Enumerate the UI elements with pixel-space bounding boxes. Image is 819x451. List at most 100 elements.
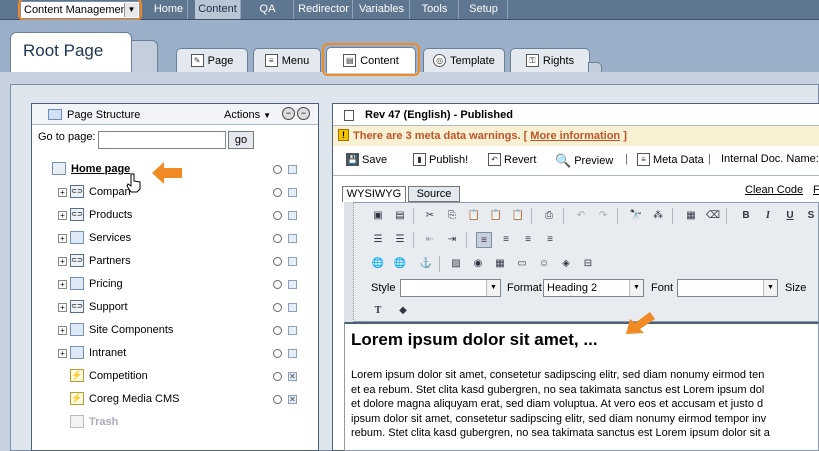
nav-home[interactable]: Home (150, 0, 188, 19)
paste-word-icon[interactable]: 📋 (510, 208, 526, 224)
expand-icon[interactable]: + (58, 326, 67, 335)
bulleted-list-icon[interactable]: ☰ (392, 232, 408, 248)
tree-item-services[interactable]: + Services (32, 229, 320, 249)
select-radio[interactable] (273, 280, 282, 289)
tab-rights[interactable]: ⚿ Rights (510, 48, 590, 72)
more-information-link[interactable]: More information (530, 130, 620, 142)
expand-icon[interactable]: + (58, 280, 67, 289)
tab-page[interactable]: ✎ Page (176, 48, 248, 72)
flash-icon[interactable]: ◉ (470, 256, 486, 272)
select-checkbox[interactable] (288, 303, 297, 312)
italic-icon[interactable]: I (760, 208, 776, 224)
select-checkbox[interactable] (288, 280, 297, 289)
select-checkbox[interactable] (288, 257, 297, 266)
undo-icon[interactable]: ↶ (573, 208, 589, 224)
expand-icon[interactable]: + (58, 188, 67, 197)
select-radio[interactable] (273, 372, 282, 381)
expand-icon[interactable]: + (58, 211, 67, 220)
toolbar-handle[interactable] (344, 202, 354, 322)
tree-item-compan[interactable]: + ⊂⊃ Compan (32, 183, 320, 203)
select-radio[interactable] (273, 395, 282, 404)
align-justify-icon[interactable]: ≡ (542, 232, 558, 248)
font-select[interactable]: ▼ (677, 279, 778, 297)
select-radio[interactable] (273, 188, 282, 197)
tree-item-products[interactable]: + ⊂⊃ Products (32, 206, 320, 226)
expand-icon[interactable]: + (58, 349, 67, 358)
tree-item-trash[interactable]: Trash (32, 413, 320, 433)
copy-icon[interactable]: ⎘ (444, 208, 460, 224)
save-button[interactable]: 💾 Save (346, 153, 387, 166)
tab-source[interactable]: Source (408, 186, 460, 202)
horizontal-rule-icon[interactable]: ▭ (514, 256, 530, 272)
nav-redirector[interactable]: Redirector (295, 0, 353, 19)
revert-button[interactable]: ↶ Revert (488, 153, 536, 166)
eraser-icon[interactable]: ⌫ (705, 208, 721, 224)
clean-code-link[interactable]: Clean Code (745, 184, 803, 196)
select-checkbox[interactable] (288, 188, 297, 197)
tree-item-support[interactable]: + ⊂⊃ Support (32, 298, 320, 318)
select-checkbox[interactable]: ✕ (288, 372, 297, 381)
print-icon[interactable]: ⎙ (541, 208, 557, 224)
style-select[interactable]: ▼ (400, 279, 501, 297)
select-checkbox[interactable] (288, 349, 297, 358)
numbered-list-icon[interactable]: ☰ (370, 232, 386, 248)
anchor-icon[interactable]: ⚓ (418, 256, 434, 272)
nav-content[interactable]: Content (195, 0, 241, 19)
align-left-icon[interactable]: ≡ (476, 232, 492, 248)
select-radio[interactable] (273, 211, 282, 220)
tab-menu[interactable]: ≡ Menu (253, 48, 321, 72)
cut-icon[interactable]: ✂ (422, 208, 438, 224)
nav-tools[interactable]: Tools (411, 0, 459, 19)
align-center-icon[interactable]: ≡ (498, 232, 514, 248)
align-right-icon[interactable]: ≡ (520, 232, 536, 248)
publish-button[interactable]: ▮ Publish! (413, 153, 468, 166)
table-grid-icon[interactable]: ▦ (683, 208, 699, 224)
page-break-icon[interactable]: ⊟ (580, 256, 596, 272)
outdent-icon[interactable]: ⇤ (422, 232, 438, 248)
select-radio[interactable] (273, 349, 282, 358)
bold-icon[interactable]: B (738, 208, 754, 224)
tree-item-partners[interactable]: + ⊂⊃ Partners (32, 252, 320, 272)
nav-setup[interactable]: Setup (460, 0, 508, 19)
select-radio[interactable] (273, 326, 282, 335)
select-checkbox[interactable] (288, 165, 297, 174)
goto-input[interactable] (98, 131, 226, 149)
wysiwyg-content-area[interactable]: Lorem ipsum dolor sit amet, ... Lorem ip… (344, 322, 819, 451)
table-icon[interactable]: ▦ (492, 256, 508, 272)
select-radio[interactable] (273, 165, 282, 174)
text-color-icon[interactable]: T (370, 303, 386, 319)
close-icon[interactable]: − (297, 107, 310, 120)
tab-template[interactable]: ◎ Template (423, 48, 505, 72)
expand-icon[interactable]: + (58, 257, 67, 266)
find-icon[interactable]: 🔭 (628, 208, 644, 224)
redo-icon[interactable]: ↷ (595, 208, 611, 224)
special-char-icon[interactable]: ◈ (558, 256, 574, 272)
strikethrough-icon[interactable]: S (803, 208, 819, 224)
select-radio[interactable] (273, 303, 282, 312)
indent-icon[interactable]: ⇥ (444, 232, 460, 248)
paste-icon[interactable]: 📋 (466, 208, 482, 224)
background-color-icon[interactable]: ◆ (395, 303, 411, 319)
nav-qa[interactable]: QA (242, 0, 294, 19)
paste-text-icon[interactable]: 📋 (488, 208, 504, 224)
select-radio[interactable] (273, 257, 282, 266)
select-checkbox[interactable] (288, 211, 297, 220)
smiley-icon[interactable]: ☺ (536, 256, 552, 272)
tree-item-intranet[interactable]: + Intranet (32, 344, 320, 364)
actions-menu[interactable]: Actions ▼ (224, 109, 271, 121)
select-checkbox[interactable] (288, 326, 297, 335)
preview-button[interactable]: 🔍 Preview (555, 153, 613, 169)
select-all-icon[interactable]: ▣ (370, 208, 386, 224)
nav-variables[interactable]: Variables (354, 0, 410, 19)
replace-icon[interactable]: ⁂ (650, 208, 666, 224)
underline-icon[interactable]: U (782, 208, 798, 224)
go-button[interactable]: go (228, 131, 254, 149)
tree-item-site-components[interactable]: + Site Components (32, 321, 320, 341)
format-select[interactable]: Heading 2 ▼ (543, 279, 644, 297)
meta-data-button[interactable]: ≡ Meta Data (637, 153, 704, 166)
image-icon[interactable]: ▨ (448, 256, 464, 272)
expand-icon[interactable]: + (58, 303, 67, 312)
expand-icon[interactable]: + (58, 234, 67, 243)
unlink-icon[interactable]: 🌐 (392, 256, 408, 272)
link-icon[interactable]: 🌐 (370, 256, 386, 272)
